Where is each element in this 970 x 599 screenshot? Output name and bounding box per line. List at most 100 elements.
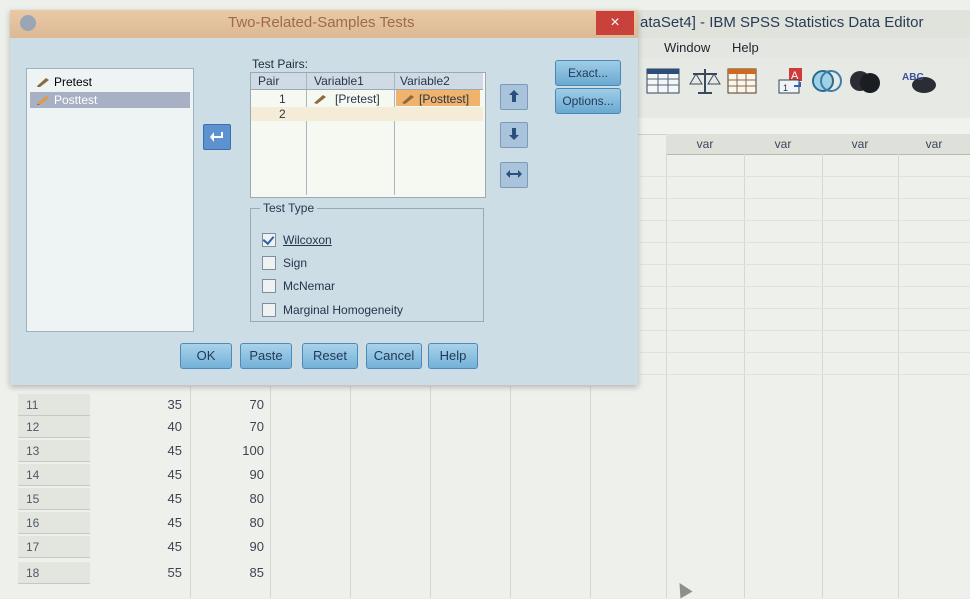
grid-line [640, 374, 970, 375]
scale-variable-icon [314, 95, 326, 104]
close-button[interactable]: × [596, 11, 634, 35]
menu-help[interactable]: Help [732, 40, 759, 55]
test-pairs-label: Test Pairs: [252, 57, 309, 71]
cell-pretest[interactable]: 45 [110, 464, 182, 486]
cell-posttest[interactable]: 80 [200, 488, 264, 510]
circles-icon[interactable] [848, 66, 882, 100]
cell-posttest[interactable]: 70 [200, 416, 264, 438]
move-down-button[interactable] [500, 122, 528, 148]
paste-button[interactable]: Paste [240, 343, 292, 369]
cell-pretest[interactable]: 45 [110, 536, 182, 558]
row-number[interactable]: 11 [18, 394, 90, 416]
cell-pretest[interactable]: 55 [110, 562, 182, 584]
wilcoxon-checkbox[interactable]: Wilcoxon [262, 232, 332, 248]
menu-window[interactable]: Window [664, 40, 710, 55]
column-header-var[interactable]: var [744, 134, 823, 155]
checkbox-icon [262, 302, 276, 317]
editor-title: ataSet4] - IBM SPSS Statistics Data Edit… [640, 14, 924, 31]
checkbox-label: McNemar [283, 279, 336, 293]
pair-row-1[interactable]: 1 [Pretest] [Posttest] [251, 92, 483, 106]
arrow-up-icon [509, 90, 519, 102]
checkbox-label: Sign [283, 256, 308, 270]
move-up-button[interactable] [500, 84, 528, 110]
abc-label-icon[interactable]: ABC [900, 66, 938, 100]
grid-line [640, 198, 970, 199]
grid-line [640, 352, 970, 353]
grid-line [640, 242, 970, 243]
checkbox-icon [262, 255, 276, 270]
pair-row-2[interactable]: 2 [251, 107, 483, 121]
move-variable-button[interactable] [203, 124, 231, 150]
app-icon [20, 15, 36, 31]
grid-line [190, 386, 191, 598]
header-variable2: Variable2 [400, 74, 450, 88]
arrow-left-icon [210, 132, 223, 142]
row-number[interactable]: 16 [18, 512, 90, 534]
cell-pretest[interactable]: 45 [110, 488, 182, 510]
variable-item-pretest[interactable]: Pretest [30, 74, 190, 90]
column-header-var[interactable]: var [822, 134, 899, 155]
pair-variable2: [Posttest] [419, 92, 470, 106]
swap-variables-button[interactable] [500, 162, 528, 188]
cell-pretest[interactable]: 35 [110, 394, 182, 416]
data-grid-icon[interactable] [646, 66, 680, 100]
cell-posttest[interactable]: 90 [200, 464, 264, 486]
row-number[interactable]: 13 [18, 440, 90, 462]
cell-posttest[interactable]: 85 [200, 562, 264, 584]
split-file-icon[interactable]: A1 [776, 66, 810, 100]
exact-button[interactable]: Exact... [555, 60, 621, 86]
sign-checkbox[interactable]: Sign [262, 255, 307, 271]
cell-posttest[interactable]: 80 [200, 512, 264, 534]
checkbox-icon [262, 278, 276, 293]
balance-scale-icon[interactable] [688, 66, 722, 100]
cell-posttest[interactable]: 70 [200, 394, 264, 416]
grid-line [640, 308, 970, 309]
help-button[interactable]: Help [428, 343, 478, 369]
grid-line [590, 386, 591, 598]
pair-variable1: [Pretest] [335, 92, 380, 106]
grid-line [640, 176, 970, 177]
test-type-legend: Test Type [260, 201, 318, 215]
options-button[interactable]: Options... [555, 88, 621, 114]
checkbox-checked-icon [262, 232, 276, 247]
pair-number: 1 [279, 92, 286, 106]
cell-posttest[interactable]: 100 [200, 440, 264, 462]
cell-pretest[interactable]: 45 [110, 512, 182, 534]
cell-pretest[interactable]: 40 [110, 416, 182, 438]
grid-line [270, 386, 271, 598]
table-grid-icon[interactable] [726, 66, 760, 100]
row-number[interactable]: 18 [18, 562, 90, 584]
header-pair: Pair [258, 74, 280, 88]
row-number[interactable]: 12 [18, 416, 90, 438]
row-number[interactable]: 15 [18, 488, 90, 510]
grid-line [510, 386, 511, 598]
scale-variable-icon [37, 78, 49, 87]
column-header-var[interactable]: var [666, 134, 745, 155]
row-number[interactable]: 14 [18, 464, 90, 486]
grid-line [350, 386, 351, 598]
grid-line [640, 286, 970, 287]
ok-button[interactable]: OK [180, 343, 232, 369]
svg-text:1: 1 [783, 83, 788, 93]
cell-editor-strip [620, 118, 970, 135]
header-variable1: Variable1 [314, 74, 364, 88]
cell-pretest[interactable]: 45 [110, 440, 182, 462]
grid-line [640, 330, 970, 331]
grid-line [640, 264, 970, 265]
venn-diagram-icon[interactable] [810, 66, 844, 100]
scale-variable-icon [37, 96, 49, 105]
row-number[interactable]: 17 [18, 536, 90, 558]
column-header-var[interactable]: var [898, 134, 970, 155]
variable-label: Pretest [54, 75, 93, 89]
variable-label: Posttest [54, 93, 98, 107]
mcnemar-checkbox[interactable]: McNemar [262, 278, 335, 294]
grid-line [430, 386, 431, 598]
reset-button[interactable]: Reset [302, 343, 358, 369]
variable-item-posttest[interactable]: Posttest [30, 92, 190, 108]
abc-text: ABC [902, 72, 924, 83]
cell-posttest[interactable]: 90 [200, 536, 264, 558]
grid-line [640, 220, 970, 221]
checkbox-label: Marginal Homogeneity [283, 303, 404, 317]
cancel-button[interactable]: Cancel [366, 343, 422, 369]
marginal-homogeneity-checkbox[interactable]: Marginal Homogeneity [262, 302, 403, 318]
